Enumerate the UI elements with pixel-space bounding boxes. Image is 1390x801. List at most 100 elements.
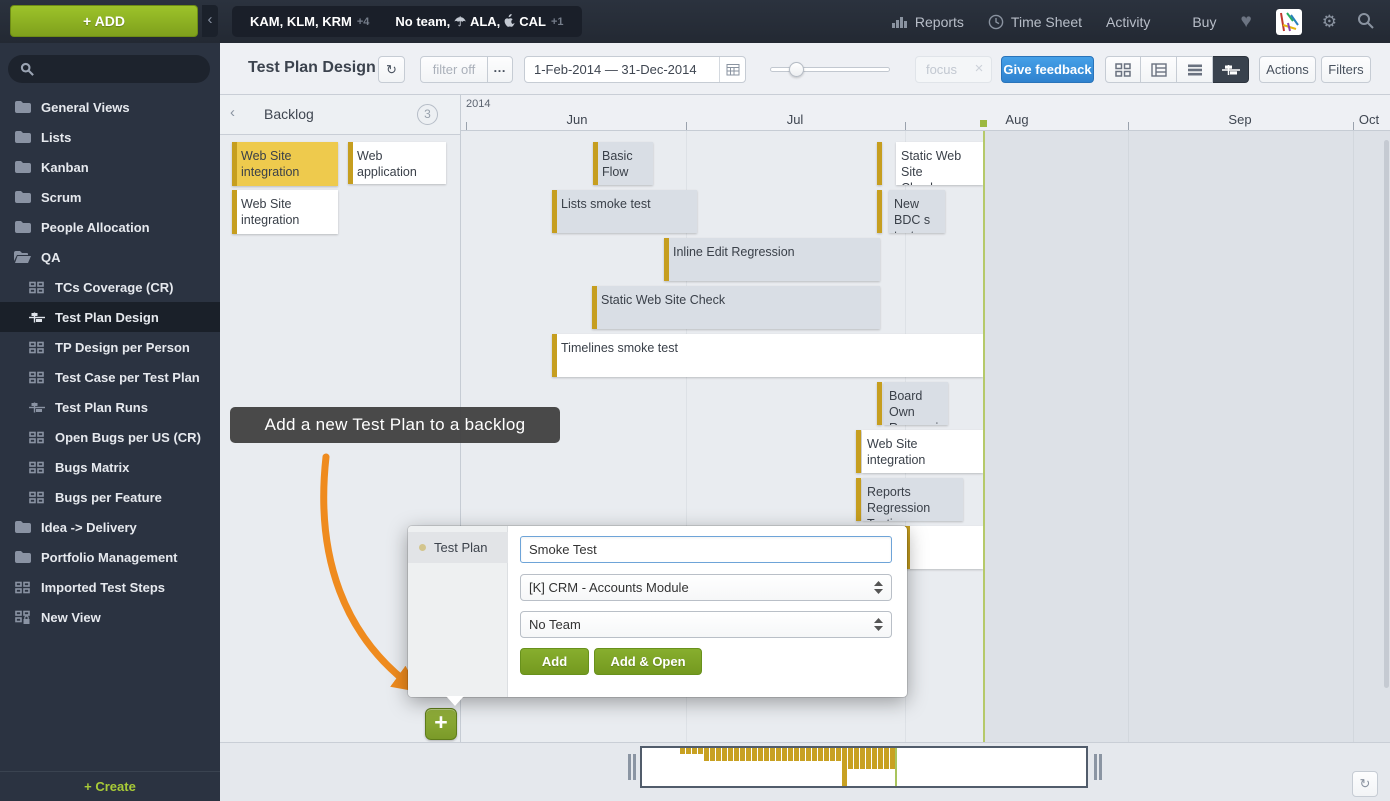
board-icon [28,431,45,444]
month-label-jul: Jul [787,112,804,127]
timeline-card-partial[interactable] [905,526,983,569]
minimap-refresh-button[interactable]: ↻ [1352,771,1378,797]
sidebar-item-idea-delivery[interactable]: Idea -> Delivery [0,512,220,542]
minimap-density-bar [728,748,733,761]
focus-button[interactable]: focus [915,56,968,83]
zoom-slider[interactable] [770,67,890,72]
sidebar-item-bugs-matrix[interactable]: Bugs Matrix [0,452,220,482]
reports-menu-item[interactable]: Reports [892,14,964,30]
month-tick [1353,122,1354,130]
zoom-slider-handle[interactable] [789,62,804,77]
minimap-right-handle[interactable] [1094,754,1097,780]
timeline-view-button[interactable] [1213,56,1249,83]
board-icon [14,581,31,594]
minimap-density-bar [770,748,775,761]
minimap-left-handle[interactable] [633,754,636,780]
team-more-count-2: +1 [551,16,564,28]
sidebar-item-tcs-coverage-cr[interactable]: TCs Coverage (CR) [0,272,220,302]
sidebar-collapse-button[interactable]: ‹ [202,5,218,37]
timeline-card-reports[interactable]: Reports Regression Testing [862,478,963,521]
date-range-input[interactable] [525,62,719,77]
popup-entity-list: Test Plan [408,526,508,697]
sidebar-item-test-case-per-test-plan[interactable]: Test Case per Test Plan [0,362,220,392]
gear-icon[interactable]: ⚙ [1322,12,1337,32]
timeline-card-board-own[interactable]: Board Own Regression [884,382,948,425]
minimap-density-bar [734,748,739,761]
calendar-icon[interactable] [719,57,745,82]
minimap-density-bar [692,748,697,754]
sidebar-item-scrum[interactable]: Scrum [0,182,220,212]
team-select[interactable]: No Team [520,611,892,638]
focus-close-button[interactable]: × [967,56,992,83]
list-view-button[interactable] [1141,56,1177,83]
timeline-card-lists-smoke-test[interactable]: Lists smoke test [552,190,697,233]
sidebar-item-open-bugs-per-us-cr[interactable]: Open Bugs per US (CR) [0,422,220,452]
sidebar-item-imported-test-steps[interactable]: Imported Test Steps [0,572,220,602]
rows-view-icon [1187,63,1203,77]
sidebar-item-portfolio-management[interactable]: Portfolio Management [0,542,220,572]
timeline-card-static-web-site-check[interactable]: Static Web Site Check [592,286,880,329]
timeline-card-static-web-site[interactable]: Static Web Site Check [896,142,983,185]
team-a-label: ALA, [470,14,500,29]
sidebar-item-people-allocation[interactable]: People Allocation [0,212,220,242]
give-feedback-button[interactable]: Give feedback [1001,56,1094,83]
timeline-card-web-site-integration[interactable]: Web Site integration [232,190,338,234]
add-and-open-button[interactable]: Add & Open [594,648,702,675]
today-marker-square [980,120,987,127]
sidebar-item-test-plan-runs[interactable]: Test Plan Runs [0,392,220,422]
sidebar-item-qa[interactable]: QA [0,242,220,272]
add-button[interactable]: Add [520,648,589,675]
sidebar-item-new-view[interactable]: New View [0,602,220,632]
add-button[interactable]: + ADD [10,5,198,37]
timeline-icon [28,311,45,324]
test-plan-name-input[interactable] [520,536,892,563]
minimap-density-bar [836,748,841,761]
sidebar-item-bugs-per-feature[interactable]: Bugs per Feature [0,482,220,512]
team-selector[interactable]: KAM, KLM, KRM +4 No team, ☂ ALA, CAL +1 [232,6,582,37]
more-options-button[interactable]: … [487,56,513,83]
card-start-strip [877,382,882,425]
month-tick [1128,122,1129,130]
entity-dot-icon [419,544,426,551]
heart-icon[interactable]: ♥ [1240,11,1251,33]
timeline-card-new-bdc-s[interactable]: New BDC s test [889,190,945,233]
sidebar-item-lists[interactable]: Lists [0,122,220,152]
sidebar-item-test-plan-design[interactable]: Test Plan Design [0,302,220,332]
sidebar-item-kanban[interactable]: Kanban [0,152,220,182]
minimap-density-bar [818,748,823,761]
sidebar-item-general-views[interactable]: General Views [0,92,220,122]
timeline-card-web-application[interactable]: Web application [348,142,446,184]
minimap[interactable] [640,746,1088,788]
vertical-scrollbar[interactable] [1384,140,1389,688]
buy-menu-item[interactable]: Buy [1192,14,1216,30]
minimap-left-handle[interactable] [628,754,631,780]
minimap-density-bar [878,748,883,769]
filter-button[interactable]: filter off [420,56,488,83]
sidebar-item-tp-design-per-person[interactable]: TP Design per Person [0,332,220,362]
avatar[interactable] [1276,9,1302,35]
timeline-card-web-site-integration[interactable]: Web Site integration [232,142,338,186]
actions-button[interactable]: Actions [1259,56,1316,83]
rows-view-button[interactable] [1177,56,1213,83]
entity-test-plan[interactable]: Test Plan [408,532,508,563]
time-sheet-menu-item[interactable]: Time Sheet [988,14,1082,30]
refresh-button[interactable]: ↻ [378,56,405,83]
sidebar-search-input[interactable] [8,55,210,83]
timeline-card-timelines-smoke-test[interactable]: Timelines smoke test [552,334,983,377]
minimap-right-handle[interactable] [1099,754,1102,780]
timeline-minimap-strip: ↻ [220,742,1390,801]
activity-menu-item[interactable]: Activity [1106,14,1150,30]
timeline-card-basic-flow[interactable]: Basic Flow [593,142,653,185]
backlog-collapse-button[interactable]: ‹ [230,104,235,121]
filters-button[interactable]: Filters [1321,56,1371,83]
board-view-button[interactable] [1105,56,1141,83]
card-label: Web Site integration [862,430,983,468]
project-select[interactable]: [K] CRM - Accounts Module [520,574,892,601]
today-marker-line [983,124,985,742]
add-test-plan-plus-button[interactable]: + [425,708,457,740]
timeline-card-inline-edit-regression[interactable]: Inline Edit Regression [664,238,880,281]
search-icon[interactable] [1357,12,1374,32]
sidebar-item-label: General Views [41,100,130,115]
create-button[interactable]: + Create [0,771,220,801]
timeline-card-web-site-integration[interactable]: Web Site integration [862,430,983,473]
